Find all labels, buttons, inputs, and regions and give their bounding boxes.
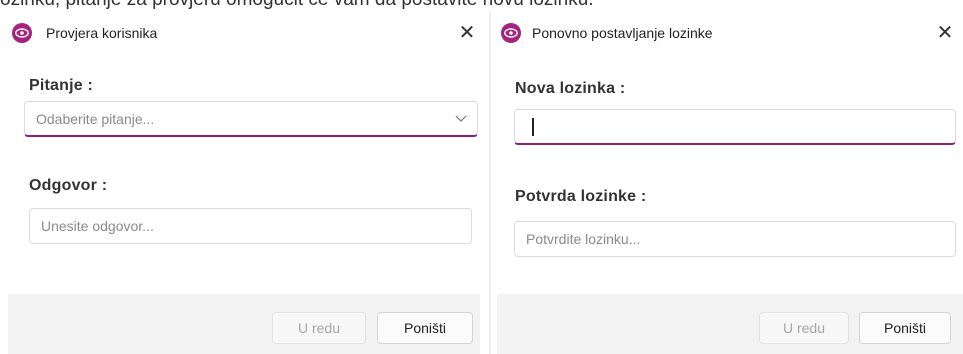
cancel-button[interactable]: Poništi (859, 312, 951, 344)
answer-input[interactable]: Unesite odgovor... (29, 208, 472, 244)
new-password-input[interactable] (514, 109, 956, 145)
close-icon[interactable]: ✕ (452, 18, 482, 48)
eye-icon (501, 23, 521, 43)
dialog-title: Provjera korisnika (46, 25, 158, 41)
answer-label: Odgovor : (29, 177, 108, 194)
user-verification-dialog: Provjera korisnika ✕ Pitanje : Odaberite… (0, 12, 489, 354)
confirm-placeholder: Potvrdite lozinku... (526, 231, 641, 247)
confirm-password-label: Potvrda lozinke : (515, 188, 647, 205)
answer-placeholder: Unesite odgovor... (41, 218, 154, 234)
cancel-button[interactable]: Poništi (377, 312, 473, 344)
question-label: Pitanje : (29, 77, 94, 94)
ok-button[interactable]: U redu (272, 312, 366, 344)
background-instruction-text: ozinku, pitanje za provjeru omogućit će … (0, 0, 963, 10)
dialog-footer: U redu Poništi (497, 294, 963, 354)
ok-button[interactable]: U redu (759, 312, 849, 344)
title-bar: Provjera korisnika ✕ (0, 12, 489, 52)
password-reset-dialog: Ponovno postavljanje lozinke ✕ Nova lozi… (491, 12, 963, 354)
close-icon[interactable]: ✕ (930, 18, 960, 48)
text-caret (532, 118, 534, 136)
question-placeholder: Odaberite pitanje... (36, 111, 155, 127)
confirm-password-input[interactable]: Potvrdite lozinku... (514, 221, 956, 257)
dialog-footer: U redu Poništi (8, 294, 480, 354)
question-select[interactable]: Odaberite pitanje... (24, 101, 478, 137)
chevron-down-icon (455, 102, 467, 149)
title-bar: Ponovno postavljanje lozinke ✕ (491, 12, 963, 52)
dialog-title: Ponovno postavljanje lozinke (532, 25, 713, 41)
new-password-label: Nova lozinka : (515, 80, 626, 97)
eye-icon (12, 23, 32, 43)
